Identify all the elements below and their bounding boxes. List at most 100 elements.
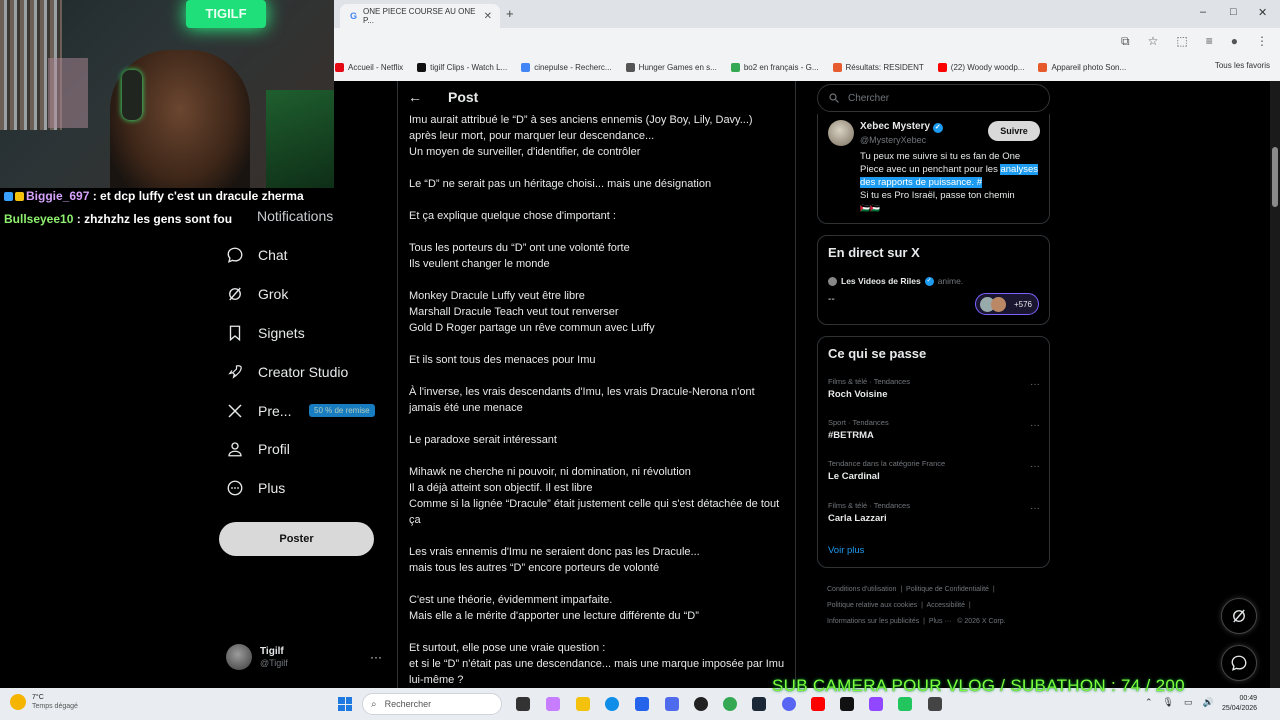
search-input[interactable]: Chercher: [817, 84, 1050, 112]
file-explorer-icon[interactable]: [576, 697, 590, 711]
footer-link[interactable]: Politique de Confidentialité: [906, 586, 989, 593]
nav-more[interactable]: Plus: [226, 479, 285, 497]
nav-chat[interactable]: Chat: [226, 246, 288, 264]
steam-icon[interactable]: [752, 697, 766, 711]
post-paragraph: Tous les porteurs du “D” ont une volonté…: [409, 242, 630, 270]
nav-notifications[interactable]: Notifications: [257, 208, 333, 224]
back-arrow-icon[interactable]: ←: [408, 89, 422, 105]
more-icon[interactable]: ···: [1030, 503, 1040, 514]
wall-poster: [48, 58, 88, 128]
messages-fab[interactable]: [1221, 645, 1257, 681]
media-icon[interactable]: ≡: [1206, 34, 1213, 49]
all-favorites[interactable]: Tous les favoris: [1215, 61, 1270, 70]
show-more-link[interactable]: Voir plus: [828, 545, 864, 556]
youtube-icon[interactable]: [811, 697, 825, 711]
grok-icon: [229, 287, 241, 301]
bookmark-item[interactable]: Résultats: RESIDENT: [832, 62, 924, 72]
browser-tab[interactable]: G ONE PIECE COURSE AU ONE P... ✕: [340, 4, 500, 28]
more-icon[interactable]: ···: [1030, 379, 1040, 390]
more-circle-icon: [227, 480, 243, 496]
post-paragraph: Le “D” ne serait pas un héritage choisi.…: [409, 178, 712, 190]
more-icon[interactable]: ···: [1030, 420, 1040, 431]
footer-link[interactable]: Plus ···: [929, 618, 952, 625]
green-light: [266, 90, 334, 188]
cast-icon[interactable]: ⧉: [1121, 34, 1130, 49]
footer-link[interactable]: Informations sur les publicités: [827, 618, 919, 625]
post-paragraph: Et surtout, elle pose une vraie question…: [409, 642, 785, 686]
clock[interactable]: 00:49 25/04/2026: [1222, 694, 1257, 714]
nav-creator-studio[interactable]: Creator Studio: [226, 363, 348, 381]
post-paragraph: Le paradoxe serait intéressant: [409, 434, 557, 446]
volume-icon[interactable]: 🔊: [1203, 697, 1214, 708]
app-icon[interactable]: [928, 697, 942, 711]
task-view-icon[interactable]: [516, 697, 530, 711]
chrome-icon[interactable]: [723, 697, 737, 711]
nav-bookmarks[interactable]: Signets: [226, 324, 305, 342]
taskbar-search[interactable]: ⌕ Rechercher: [362, 693, 502, 715]
avatar[interactable]: [828, 120, 854, 146]
badge-icon: [15, 192, 24, 201]
bookmark-item[interactable]: bo2 en français - G...: [730, 62, 819, 72]
outlook-icon[interactable]: [665, 697, 679, 711]
account-more-icon[interactable]: ···: [370, 650, 382, 664]
tiktok-icon[interactable]: [840, 697, 854, 711]
trend-item[interactable]: Sport · Tendances #BETRMA ···: [828, 418, 1040, 441]
scrollbar[interactable]: [1270, 81, 1280, 688]
trend-item[interactable]: Films & télé · Tendances Roch Voisine ··…: [828, 377, 1040, 400]
post-paragraph: Les vrais ennemis d'Imu ne seraient donc…: [409, 546, 700, 574]
nav-profile[interactable]: Profil: [226, 440, 290, 458]
network-icon[interactable]: ▭: [1184, 697, 1193, 708]
profile-icon[interactable]: ●: [1231, 34, 1238, 49]
bookmark-item[interactable]: cinepulse - Recherc...: [521, 62, 612, 72]
mic-icon[interactable]: 🎙: [1163, 697, 1174, 708]
bookmark-item[interactable]: Appareil photo Son...: [1038, 62, 1126, 72]
bookmark-item[interactable]: Hunger Games en s...: [625, 62, 717, 72]
obs-icon[interactable]: [694, 697, 708, 711]
trend-item[interactable]: Films & télé · Tendances Carla Lazzari ·…: [828, 501, 1040, 524]
footer-link[interactable]: Politique relative aux cookies: [827, 602, 917, 609]
trend-item[interactable]: Tendance dans la catégorie France Le Car…: [828, 459, 1040, 482]
bookmark-item[interactable]: Accueil - Netflix: [335, 62, 403, 72]
bookmark-item[interactable]: (22) Woody woodp...: [937, 62, 1024, 72]
post-header: ← Post: [408, 89, 478, 105]
weather-widget[interactable]: 7°C Temps dégagé: [10, 693, 78, 710]
scrollbar-thumb[interactable]: [1272, 147, 1278, 207]
windows-start-icon[interactable]: [338, 697, 352, 711]
star-icon[interactable]: ☆: [1148, 34, 1159, 49]
host-avatar-icon: [828, 276, 837, 286]
account-name: Tigilf: [260, 646, 284, 657]
footer-link[interactable]: Conditions d'utilisation: [827, 586, 896, 593]
post-button[interactable]: Poster: [219, 522, 374, 556]
footer-link[interactable]: Accessibilité: [927, 602, 966, 609]
copilot-icon[interactable]: [546, 697, 560, 711]
app-icon[interactable]: [898, 697, 912, 711]
chevron-up-icon[interactable]: ⌃: [1145, 697, 1153, 708]
nav-premium[interactable]: Pre...: [226, 402, 291, 420]
toolbar-icons: ⧉ ☆ ⬚ ≡ ● ⋮: [1121, 34, 1268, 49]
extensions-icon[interactable]: ⬚: [1176, 34, 1187, 49]
bookmark-icon: [229, 325, 241, 342]
footer-links: Conditions d'utilisation | Politique de …: [827, 586, 1006, 625]
discord-icon[interactable]: [782, 697, 796, 711]
live-card[interactable]: En direct sur X Les Videos de Riles ✓ an…: [817, 235, 1050, 325]
tab-close-icon[interactable]: ✕: [484, 11, 492, 22]
account-switcher[interactable]: Tigilf @Tigilf: [226, 644, 288, 670]
grok-fab[interactable]: [1221, 598, 1257, 634]
store-icon[interactable]: [635, 697, 649, 711]
user-name[interactable]: Xebec Mystery ✓: [860, 121, 943, 133]
twitch-icon[interactable]: [869, 697, 883, 711]
maximize-button[interactable]: □: [1230, 6, 1237, 18]
more-icon[interactable]: ···: [1030, 461, 1040, 472]
minimize-button[interactable]: –: [1200, 6, 1206, 18]
close-window-button[interactable]: ✕: [1258, 6, 1267, 19]
system-tray: ⌃ 🎙 ▭ 🔊: [1145, 697, 1214, 708]
bookmark-item[interactable]: tigilf Clips - Watch L...: [417, 62, 507, 72]
new-tab-button[interactable]: +: [506, 6, 514, 21]
menu-icon[interactable]: ⋮: [1256, 34, 1268, 49]
follow-button[interactable]: Suivre: [988, 121, 1040, 141]
sun-icon: [10, 693, 26, 710]
listeners-pill[interactable]: +576: [975, 293, 1039, 315]
nav-grok[interactable]: Grok: [226, 285, 288, 303]
headphones: [122, 70, 142, 120]
edge-icon[interactable]: [605, 697, 619, 711]
